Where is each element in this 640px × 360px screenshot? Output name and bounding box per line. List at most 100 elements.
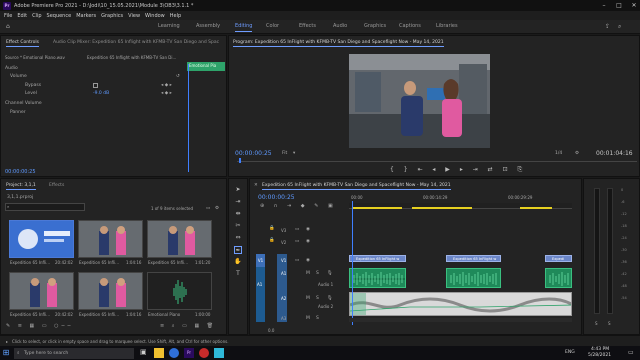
razor-tool-icon[interactable]: ✂ <box>234 222 242 230</box>
menu-view[interactable]: View <box>128 13 140 19</box>
menu-file[interactable]: File <box>4 13 12 19</box>
eye-icon[interactable]: ◉ <box>306 227 310 232</box>
fx-channel-volume-label[interactable]: Channel Volume <box>5 101 42 106</box>
file-explorer-icon[interactable] <box>154 348 164 358</box>
hand-tool-icon[interactable]: ✋ <box>234 258 242 266</box>
audio-clip[interactable] <box>545 268 572 288</box>
video-clip[interactable]: Expedition 65 InFlight w <box>349 255 406 262</box>
project-footer-icons[interactable]: ✎ ≡ ▦ ▭ ○── <box>6 323 74 329</box>
minimize-button[interactable]: – <box>597 0 611 11</box>
search-icon[interactable]: ⌕ <box>618 23 621 31</box>
eye-icon[interactable]: ◉ <box>306 239 310 244</box>
chevron-down-icon[interactable]: ▾ <box>293 151 295 156</box>
menu-edit[interactable]: Edit <box>17 13 27 19</box>
project-footer-actions[interactable]: ≡ ⌕ ▭ ▦ 🗑 <box>160 323 216 329</box>
lock-icon[interactable]: 🔒 <box>269 226 275 231</box>
mute-button[interactable]: M <box>306 296 310 301</box>
sync-lock-icon[interactable]: ▭ <box>295 258 299 263</box>
share-icon[interactable]: ⇪ <box>605 23 610 30</box>
timeline-timecode[interactable]: 00:00:00:25 <box>258 194 295 201</box>
pen-tool-icon[interactable]: ✒ <box>234 246 242 254</box>
program-playhead[interactable] <box>239 158 241 163</box>
mic-icon[interactable]: 🎙 <box>327 296 333 301</box>
work-area-bar-3[interactable] <box>520 207 552 209</box>
ec-timecode[interactable]: 00:00:00:25 <box>5 169 36 175</box>
timeline-tool-icons[interactable]: ⊕ ∩ ⇥ ◆ ✎ ▣ <box>260 203 337 209</box>
mic-icon[interactable]: 🎙 <box>327 271 333 276</box>
workspace-captions[interactable]: Captions <box>399 23 421 29</box>
notification-icon[interactable]: ▭ <box>628 349 634 356</box>
reset-icon[interactable]: ↺ <box>176 74 180 79</box>
clock-date[interactable]: 5/28/2021 <box>588 353 611 358</box>
windows-start-icon[interactable]: ⊞ <box>0 346 12 360</box>
workspace-color[interactable]: Color <box>266 23 279 29</box>
tab-effect-controls[interactable]: Effect Controls <box>6 40 39 47</box>
work-area-bar-2[interactable] <box>412 207 472 209</box>
language-indicator[interactable]: ENG <box>565 350 575 355</box>
work-area-bar[interactable] <box>352 207 402 209</box>
paint-app-icon[interactable] <box>214 348 224 358</box>
keyframe-nav-icon[interactable]: ◂ ◆ ▸ <box>161 83 172 88</box>
sync-lock-icon[interactable]: ▭ <box>295 239 299 244</box>
menu-window[interactable]: Window <box>145 13 165 19</box>
tab-effects[interactable]: Effects <box>49 183 64 188</box>
transport-controls[interactable]: { } ⇤ ◂ ▶ ▸ ⇥ ⇄ ⊡ ⎘ <box>390 166 526 174</box>
timeline-sequence-tab[interactable]: Expedition 65 InFlight with KFMB-TV San … <box>262 183 451 190</box>
workspace-libraries[interactable]: Libraries <box>436 23 458 29</box>
program-timecode[interactable]: 00:00:00:25 <box>235 150 272 157</box>
workspace-effects[interactable]: Effects <box>299 23 316 29</box>
menu-sequence[interactable]: Sequence <box>47 13 72 19</box>
solo-right-button[interactable]: S <box>608 321 611 326</box>
workspace-assembly[interactable]: Assembly <box>196 23 220 29</box>
video-clip[interactable]: Expedi <box>545 255 572 262</box>
premiere-taskbar-icon[interactable]: Pr <box>184 348 194 358</box>
resolution-dropdown[interactable]: 1/4 <box>555 151 562 156</box>
type-tool-icon[interactable]: T <box>234 270 242 278</box>
project-search-input[interactable] <box>5 203 85 211</box>
program-video-frame[interactable] <box>349 54 490 148</box>
project-item-3[interactable] <box>147 220 212 258</box>
lock-icon[interactable]: 🔒 <box>269 238 275 243</box>
project-item-4[interactable] <box>9 272 74 310</box>
maximize-button[interactable]: □ <box>612 0 626 11</box>
home-icon[interactable]: ⌂ <box>6 23 13 30</box>
keyframe-nav-icon-level[interactable]: ◂ ◆ ▸ <box>161 91 172 96</box>
media-app-icon[interactable] <box>199 348 209 358</box>
menu-markers[interactable]: Markers <box>76 13 96 19</box>
timeline-scrollbar[interactable] <box>349 318 572 322</box>
project-item-2[interactable] <box>78 220 143 258</box>
menu-help[interactable]: Help <box>170 13 181 19</box>
track-select-tool-icon[interactable]: ⇥ <box>234 198 242 206</box>
program-monitor-title[interactable]: Program: Expedition 65 InFlight with KFM… <box>233 40 444 47</box>
fx-volume-label[interactable]: Volume <box>10 74 27 79</box>
sync-lock-icon[interactable]: ▭ <box>295 227 299 232</box>
project-item-6[interactable] <box>147 272 212 310</box>
solo-button[interactable]: S <box>316 271 319 276</box>
task-view-icon[interactable]: ▣ <box>140 348 150 358</box>
eye-icon[interactable]: ◉ <box>306 258 310 263</box>
workspace-editing[interactable]: Editing <box>235 23 253 32</box>
slip-tool-icon[interactable]: ⇔ <box>234 234 242 242</box>
mute-button[interactable]: M <box>306 316 310 321</box>
timeline-playhead[interactable] <box>352 201 353 325</box>
solo-left-button[interactable]: S <box>595 321 598 326</box>
wrench-icon[interactable]: ⚙ <box>575 151 579 156</box>
source-patch-a1[interactable]: A1 <box>257 282 262 287</box>
fit-dropdown[interactable]: Fit <box>282 151 287 156</box>
settings-icon[interactable]: ⚙ <box>215 206 219 211</box>
source-patch-v1[interactable]: V1 <box>256 254 265 267</box>
clock-time[interactable]: 4:43 PM <box>591 347 609 352</box>
audio-clip[interactable] <box>349 268 406 288</box>
project-item-5[interactable] <box>78 272 143 310</box>
ec-playhead[interactable] <box>188 64 189 172</box>
selection-tool-icon[interactable]: ➤ <box>234 186 242 194</box>
tab-project[interactable]: Project: 3,1,1 <box>6 183 36 190</box>
close-icon[interactable]: ✕ <box>254 183 258 188</box>
close-button[interactable]: ✕ <box>627 0 640 11</box>
menu-clip[interactable]: Clip <box>32 13 41 19</box>
edge-icon[interactable] <box>169 348 179 358</box>
workspace-graphics[interactable]: Graphics <box>364 23 386 29</box>
project-item-1[interactable] <box>9 220 74 258</box>
mute-button[interactable]: M <box>306 271 310 276</box>
program-scrubber[interactable] <box>237 158 637 162</box>
